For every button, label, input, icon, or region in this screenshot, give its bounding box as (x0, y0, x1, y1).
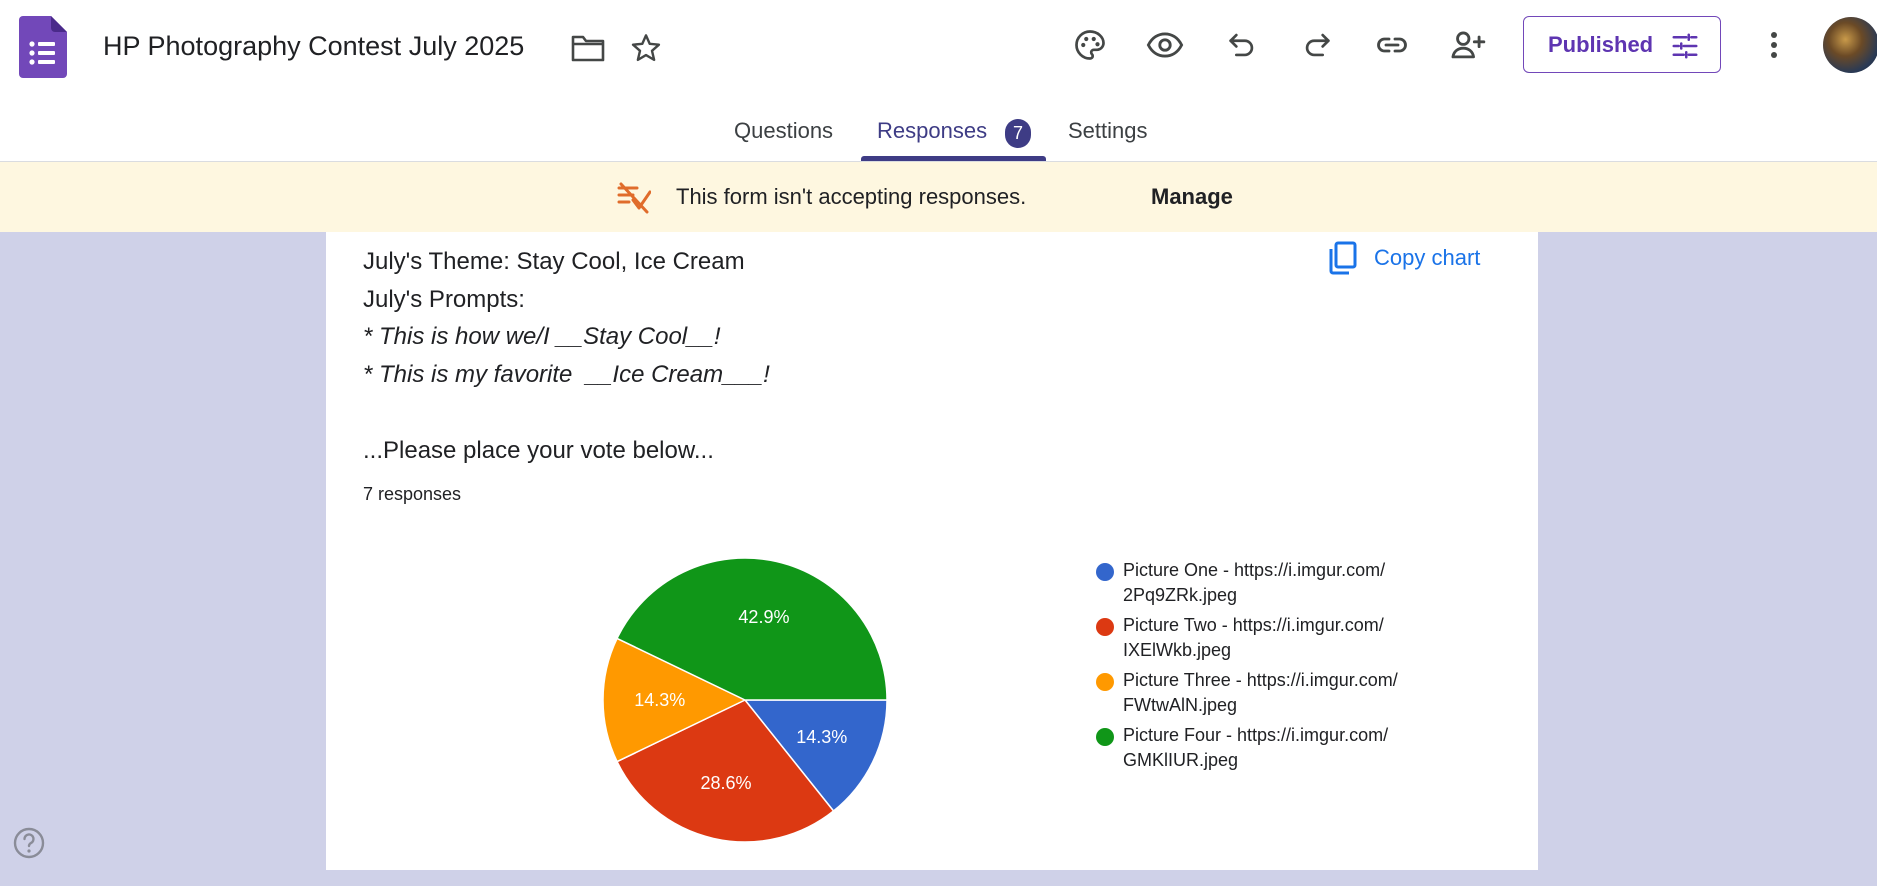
pie-slice-label: 28.6% (701, 773, 752, 793)
more-options-icon[interactable] (1760, 24, 1788, 66)
legend-label: Picture Three - https://i.imgur.com/ (1123, 670, 1398, 690)
chart-legend: Picture One - https://i.imgur.com/2Pq9ZR… (1096, 558, 1436, 778)
user-avatar[interactable] (1823, 17, 1877, 73)
tab-settings[interactable]: Settings (1068, 118, 1148, 144)
google-forms-logo-icon[interactable] (19, 16, 67, 78)
copy-chart-label: Copy chart (1374, 245, 1481, 270)
legend-swatch (1096, 563, 1114, 581)
pie-chart: 14.3% 28.6% 14.3% 42.9% (602, 557, 888, 843)
legend-swatch (1096, 673, 1114, 691)
undo-icon[interactable] (1221, 24, 1263, 66)
active-tab-indicator (861, 156, 1046, 161)
legend-swatch (1096, 728, 1114, 746)
tune-icon (1672, 33, 1698, 59)
eye-icon[interactable] (1144, 24, 1186, 66)
manage-button[interactable]: Manage (1151, 184, 1233, 210)
legend-swatch (1096, 618, 1114, 636)
help-icon[interactable] (12, 826, 46, 860)
copy-chart-button[interactable]: Copy chart (1328, 241, 1480, 275)
redo-icon[interactable] (1296, 24, 1338, 66)
tab-responses[interactable]: Responses (877, 118, 987, 144)
tab-questions[interactable]: Questions (734, 118, 833, 144)
pie-slice-label: 14.3% (634, 690, 685, 710)
legend-item: Picture Three - https://i.imgur.com/FWtw… (1096, 668, 1436, 719)
pie-slice-label: 42.9% (738, 607, 789, 627)
question-text-line: ...Please place your vote below... (363, 437, 714, 464)
question-text-line: * This is my favorite __Ice Cream___! (363, 361, 770, 388)
folder-icon[interactable] (570, 30, 606, 66)
published-button[interactable]: Published (1523, 16, 1721, 73)
responses-count-label: 7 responses (363, 484, 462, 504)
star-icon[interactable] (628, 30, 664, 66)
published-label: Published (1548, 31, 1654, 57)
legend-item: Picture Two - https://i.imgur.com/IXElWk… (1096, 613, 1436, 664)
add-collaborator-icon[interactable] (1447, 24, 1489, 66)
banner-message: This form isn't accepting responses. (676, 184, 1027, 209)
legend-item: Picture Four - https://i.imgur.com/GMKlI… (1096, 723, 1436, 774)
responses-off-icon (617, 182, 651, 214)
pie-slice-label: 14.3% (796, 727, 847, 747)
legend-label: Picture One - https://i.imgur.com/ (1123, 560, 1386, 580)
form-title[interactable]: HP Photography Contest July 2025 (103, 31, 524, 62)
question-text-line: * This is how we/I __Stay Cool__! (363, 323, 721, 350)
link-icon[interactable] (1371, 24, 1413, 66)
question-text-line: July's Prompts: (363, 286, 525, 313)
palette-icon[interactable] (1069, 24, 1111, 66)
legend-item: Picture One - https://i.imgur.com/2Pq9ZR… (1096, 558, 1436, 609)
responses-count-badge: 7 (1005, 119, 1031, 148)
question-text-line: July's Theme: Stay Cool, Ice Cream (363, 248, 745, 275)
copy-icon (1329, 241, 1357, 275)
legend-label: 2Pq9ZRk.jpeg (1123, 585, 1238, 605)
legend-label: Picture Four - https://i.imgur.com/ (1123, 725, 1389, 745)
legend-label: Picture Two - https://i.imgur.com/ (1123, 615, 1384, 635)
legend-label: FWtwAlN.jpeg (1123, 695, 1238, 715)
legend-label: GMKlIUR.jpeg (1123, 750, 1239, 770)
legend-label: IXElWkb.jpeg (1123, 640, 1232, 660)
